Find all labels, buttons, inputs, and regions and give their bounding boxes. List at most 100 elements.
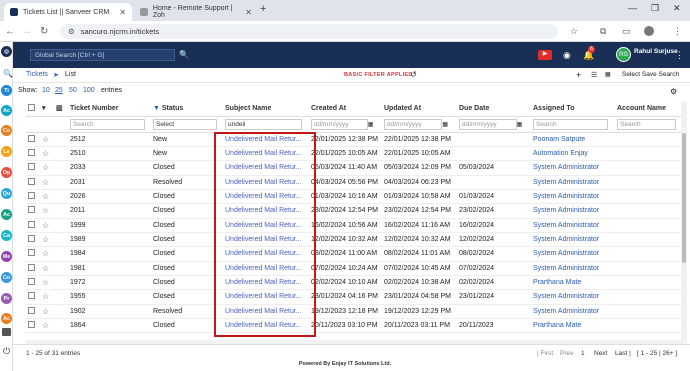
due-date-filter[interactable]: dd/mm/yyyy [459, 118, 517, 130]
tab-tickets-list[interactable]: Tickets List || Sanveer CRM ✕ [4, 3, 132, 21]
row-checkbox[interactable] [26, 318, 40, 334]
assigned-filter[interactable]: Search [533, 118, 609, 130]
table-row[interactable]: ☆ 1864 Closed Undelivered Mail Retur... 20/1… [26, 318, 681, 334]
row-checkbox[interactable] [26, 203, 40, 219]
subject-filter-input[interactable]: undeli [225, 118, 303, 130]
breadcrumb-tickets[interactable]: Tickets [26, 71, 48, 78]
table-row[interactable]: ☆ 2510 New Undelivered Mail Retur... 22/01/2… [26, 146, 681, 162]
row-checkbox[interactable] [26, 275, 40, 291]
compass-icon[interactable]: ◉ [563, 50, 571, 61]
row-checkbox[interactable] [26, 232, 40, 248]
reset-filter-icon[interactable]: ↺ [410, 70, 417, 79]
kanban-view-icon[interactable]: ▦ [605, 71, 611, 78]
apps-menu-icon[interactable]: ⋮ [675, 50, 684, 61]
assigned-to[interactable]: System Administrator [531, 246, 615, 262]
assigned-to[interactable]: Prarthana Mate [531, 275, 615, 291]
avatar[interactable]: RS [616, 47, 631, 62]
row-checkbox[interactable] [26, 160, 40, 176]
calculator-icon[interactable] [2, 328, 11, 336]
close-tab-icon[interactable]: ✕ [119, 8, 126, 17]
row-checkbox[interactable] [26, 132, 40, 147]
assigned-to[interactable]: System Administrator [531, 189, 615, 205]
star-icon[interactable]: ☆ [40, 304, 54, 319]
row-checkbox[interactable] [26, 261, 40, 276]
assigned-to[interactable]: Poonam Satpute [531, 132, 615, 147]
sidebar-search-icon[interactable]: 🔍 [3, 69, 13, 78]
minimize-icon[interactable]: — [628, 3, 637, 13]
vertical-scrollbar[interactable] [681, 101, 687, 345]
updated-date-filter[interactable]: dd/mm/yyyy [384, 118, 443, 130]
row-checkbox[interactable] [26, 304, 40, 319]
star-icon[interactable]: ☆ [40, 146, 54, 162]
table-row[interactable]: ☆ 1999 Closed Undelivered Mail Retur... 16/0… [26, 218, 681, 233]
ticket-number[interactable]: 1981 [68, 261, 151, 276]
ticket-number[interactable]: 1989 [68, 232, 151, 248]
star-icon[interactable]: ☆ [40, 175, 54, 190]
maximize-icon[interactable]: ❐ [651, 3, 659, 14]
sidebar-item-accounts[interactable]: Ac [1, 105, 12, 116]
table-row[interactable]: ☆ 1972 Closed Undelivered Mail Retur... 02/0… [26, 275, 681, 291]
ticket-number[interactable]: 1972 [68, 275, 151, 291]
add-ticket-icon[interactable]: + [576, 70, 581, 80]
table-row[interactable]: ☆ 1989 Closed Undelivered Mail Retur... 12/0… [26, 232, 681, 248]
table-row[interactable]: ☆ 2031 Resolved Undelivered Mail Retur... 04… [26, 175, 681, 190]
sidebar-item-calls[interactable]: Ca [1, 230, 12, 241]
ticket-number[interactable]: 2031 [68, 175, 151, 190]
row-checkbox[interactable] [26, 246, 40, 262]
row-checkbox[interactable] [26, 189, 40, 205]
sidebar-item-products[interactable]: Pr [1, 293, 12, 304]
table-row[interactable]: ☆ 2011 Closed Undelivered Mail Retur... 23/0… [26, 203, 681, 219]
table-row[interactable]: ☆ 1902 Resolved Undelivered Mail Retur... 19… [26, 304, 681, 319]
table-row[interactable]: ☆ 2033 Closed Undelivered Mail Retur... 05/0… [26, 160, 681, 176]
user-name[interactable]: Rahul Surjuse [634, 48, 678, 55]
star-icon[interactable]: ☆ [40, 289, 54, 305]
sidebar-item-contracts[interactable]: Co [1, 272, 12, 283]
assigned-to[interactable]: System Administrator [531, 232, 615, 248]
status-filter-select[interactable]: Select [153, 118, 218, 130]
assigned-to[interactable]: System Administrator [531, 160, 615, 176]
close-tab-icon[interactable]: ✕ [245, 8, 252, 17]
sidebar-panel-icon[interactable]: ▭ [622, 26, 631, 37]
new-tab-icon[interactable]: + [260, 3, 266, 15]
profile-icon[interactable] [644, 26, 654, 36]
col-assigned-to[interactable]: Assigned To [531, 101, 615, 117]
current-page[interactable]: 1 [581, 350, 585, 357]
sidebar-item-accounts-2[interactable]: Ac [1, 313, 12, 324]
page-size-25[interactable]: 25 [55, 87, 63, 94]
first-page-link[interactable]: | First [537, 350, 553, 357]
ticket-number[interactable]: 1955 [68, 289, 151, 305]
col-subject-name[interactable]: Subject Name [223, 101, 309, 117]
sidebar-item-opportunities[interactable]: Op [1, 167, 12, 178]
site-info-icon[interactable]: ⚙ [68, 27, 75, 36]
row-checkbox[interactable] [26, 175, 40, 190]
assigned-to[interactable]: Automation Enjay [531, 146, 615, 162]
star-icon[interactable]: ☆ [40, 218, 54, 233]
ticket-number[interactable]: 2011 [68, 203, 151, 219]
calendar-icon[interactable]: ▦ [517, 122, 523, 128]
back-icon[interactable]: ← [5, 26, 15, 37]
row-checkbox[interactable] [26, 289, 40, 305]
row-checkbox[interactable] [26, 218, 40, 233]
star-icon[interactable]: ☆ [40, 189, 54, 205]
star-icon[interactable]: ☆ [40, 246, 54, 262]
table-row[interactable]: ☆ 2512 New Undelivered Mail Retur... 22/01/2… [26, 132, 681, 147]
ticket-number[interactable]: 1984 [68, 246, 151, 262]
sidebar-item-contacts[interactable]: Co [1, 125, 12, 136]
star-icon[interactable]: ☆ [40, 318, 54, 334]
ticket-number[interactable]: 2510 [68, 146, 151, 162]
row-checkbox[interactable] [26, 146, 40, 162]
col-created-at[interactable]: Created At [309, 101, 382, 117]
forward-icon[interactable]: → [22, 26, 32, 37]
table-row[interactable]: ☆ 1955 Closed Undelivered Mail Retur... 23/0… [26, 289, 681, 305]
page-size-50[interactable]: 50 [69, 87, 77, 94]
assigned-to[interactable]: Prarthana Mate [531, 318, 615, 334]
ticket-number[interactable]: 2033 [68, 160, 151, 176]
select-all-checkbox[interactable] [26, 101, 40, 117]
ticket-number[interactable]: 1864 [68, 318, 151, 334]
sidebar-item-leads[interactable]: Le [1, 146, 12, 157]
created-date-filter[interactable]: dd/mm/yyyy [311, 118, 368, 130]
ticket-number[interactable]: 1999 [68, 218, 151, 233]
table-row[interactable]: ☆ 1981 Closed Undelivered Mail Retur... 07/0… [26, 261, 681, 276]
sidebar-item-activities[interactable]: Ac [1, 209, 12, 220]
star-icon[interactable]: ☆ [40, 203, 54, 219]
